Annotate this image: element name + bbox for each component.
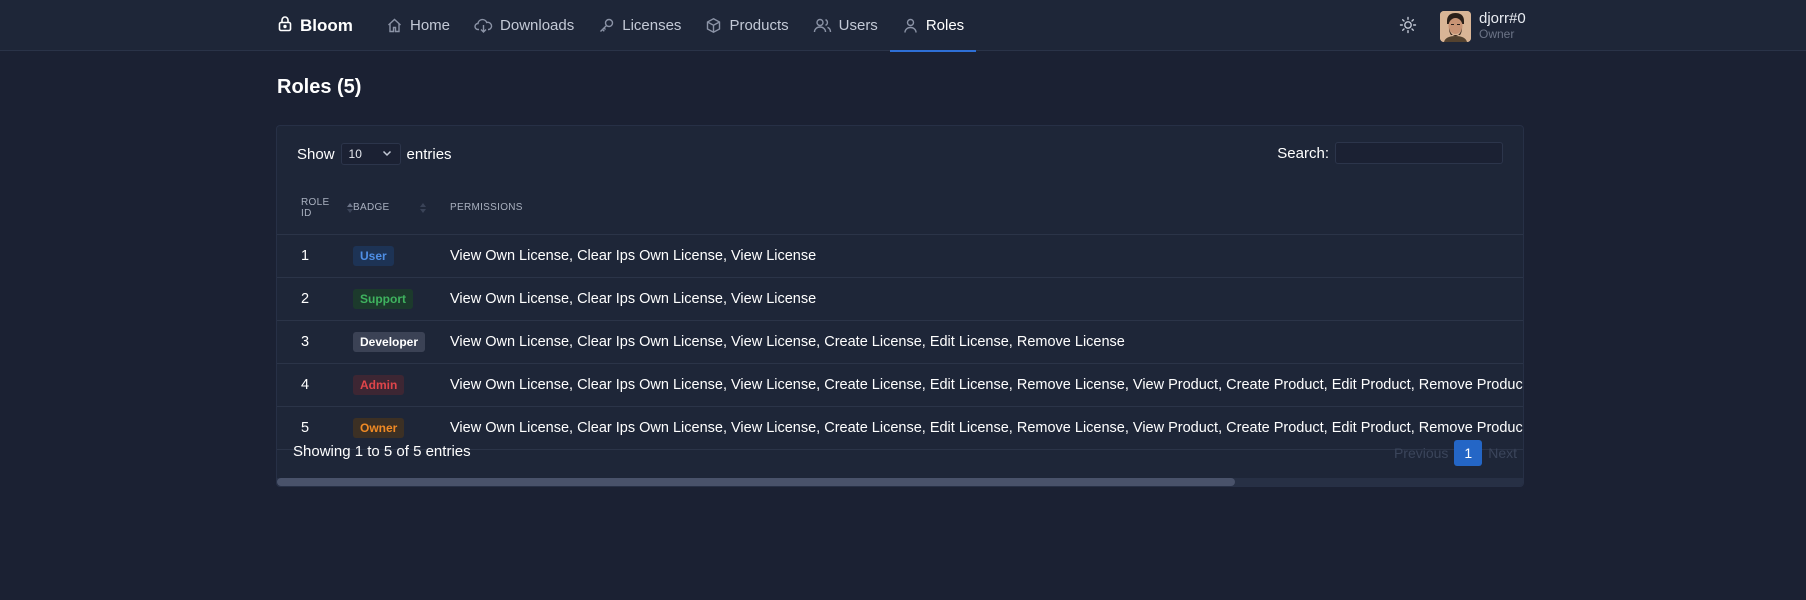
- avatar: [1440, 10, 1471, 42]
- cloud-download-icon: [474, 17, 493, 34]
- sort-icon: [419, 202, 426, 213]
- table-controls: Show 10 entries Search:: [277, 126, 1523, 182]
- role-badge: Admin: [353, 374, 405, 395]
- table-header-row: ROLE ID BADGE PERMISSIONS: [277, 182, 1523, 235]
- cell-role-id: 4: [277, 363, 353, 407]
- next-page-button[interactable]: Next: [1482, 440, 1523, 466]
- page-title: Roles (5): [277, 76, 362, 98]
- roles-table-card: Show 10 entries Search: ROLE ID BADGE PE…: [276, 125, 1524, 487]
- column-header-label: BADGE: [353, 202, 390, 214]
- nav-label-products: Products: [729, 17, 789, 34]
- top-navbar: Bloom Home Downloads Licenses Products U…: [0, 0, 1806, 52]
- user-role: Owner: [1479, 27, 1515, 42]
- table-row: 2 Support View Own License, Clear Ips Ow…: [277, 277, 1523, 321]
- sun-icon: [1398, 16, 1418, 39]
- cell-permissions: View Own License, Clear Ips Own License,…: [450, 277, 1523, 321]
- table-info: Showing 1 to 5 of 5 entries: [293, 443, 471, 460]
- cell-role-id: 3: [277, 320, 353, 364]
- chevron-down-icon: [381, 147, 393, 162]
- table-row: 4 Admin View Own License, Clear Ips Own …: [277, 363, 1523, 407]
- entries-value: 10: [348, 147, 362, 161]
- column-header-badge[interactable]: BADGE: [353, 182, 450, 235]
- user-menu[interactable]: djorr#0 Owner: [1440, 9, 1526, 43]
- cell-permissions: View Own License, Clear Ips Own License,…: [450, 234, 1523, 278]
- column-header-label: PERMISSIONS: [450, 202, 523, 214]
- home-icon: [386, 17, 403, 34]
- user-icon: [902, 17, 919, 34]
- pagination: Previous 1 Next: [1388, 440, 1523, 466]
- entries-label: entries: [406, 145, 452, 163]
- lock-icon: [277, 15, 293, 37]
- previous-page-button[interactable]: Previous: [1388, 440, 1454, 466]
- nav-label-home: Home: [410, 17, 451, 34]
- table-search: Search:: [1277, 142, 1503, 164]
- role-badge: User: [353, 245, 394, 266]
- nav-label-licenses: Licenses: [622, 17, 682, 34]
- nav-item-downloads[interactable]: Downloads: [462, 0, 586, 51]
- nav-item-products[interactable]: Products: [693, 0, 800, 51]
- page-1-button[interactable]: 1: [1454, 440, 1483, 466]
- horizontal-scrollbar[interactable]: [277, 478, 1523, 486]
- brand-logo[interactable]: Bloom: [277, 0, 353, 51]
- nav-label-users: Users: [838, 17, 878, 34]
- entries-length-control: Show 10 entries: [297, 143, 452, 165]
- cell-permissions: View Own License, Clear Ips Own License,…: [450, 363, 1523, 407]
- search-label: Search:: [1277, 144, 1329, 162]
- theme-toggle-button[interactable]: [1398, 15, 1418, 35]
- show-label: Show: [297, 145, 335, 163]
- box-icon: [705, 17, 722, 34]
- role-badge: Support: [353, 288, 413, 309]
- key-icon: [598, 17, 615, 34]
- nav-item-home[interactable]: Home: [374, 0, 462, 51]
- nav-item-roles[interactable]: Roles: [889, 0, 977, 52]
- cell-role-id: 2: [277, 277, 353, 321]
- cell-permissions: View Own License, Clear Ips Own License,…: [450, 320, 1523, 364]
- column-header-label: ROLE ID: [301, 196, 330, 219]
- cell-role-id: 1: [277, 234, 353, 278]
- search-input[interactable]: [1335, 142, 1503, 164]
- nav-item-licenses[interactable]: Licenses: [586, 0, 693, 51]
- entries-select[interactable]: 10: [340, 143, 401, 165]
- users-icon: [813, 17, 832, 34]
- nav-label-roles: Roles: [925, 17, 965, 34]
- role-badge: Developer: [353, 331, 426, 352]
- table-row: 1 User View Own License, Clear Ips Own L…: [277, 234, 1523, 278]
- nav-item-users[interactable]: Users: [801, 0, 890, 51]
- nav-label-downloads: Downloads: [500, 17, 575, 34]
- roles-table: ROLE ID BADGE PERMISSIONS 1 User View Ow…: [277, 182, 1523, 450]
- brand-name: Bloom: [300, 15, 353, 35]
- user-name: djorr#0: [1479, 9, 1526, 27]
- column-header-permissions: PERMISSIONS: [450, 182, 1523, 235]
- column-header-role-id[interactable]: ROLE ID: [277, 182, 353, 235]
- main-nav: Home Downloads Licenses Products Users R…: [374, 0, 977, 52]
- scrollbar-thumb[interactable]: [277, 478, 1235, 486]
- table-footer: Showing 1 to 5 of 5 entries Previous 1 N…: [277, 426, 1523, 476]
- table-row: 3 Developer View Own License, Clear Ips …: [277, 320, 1523, 364]
